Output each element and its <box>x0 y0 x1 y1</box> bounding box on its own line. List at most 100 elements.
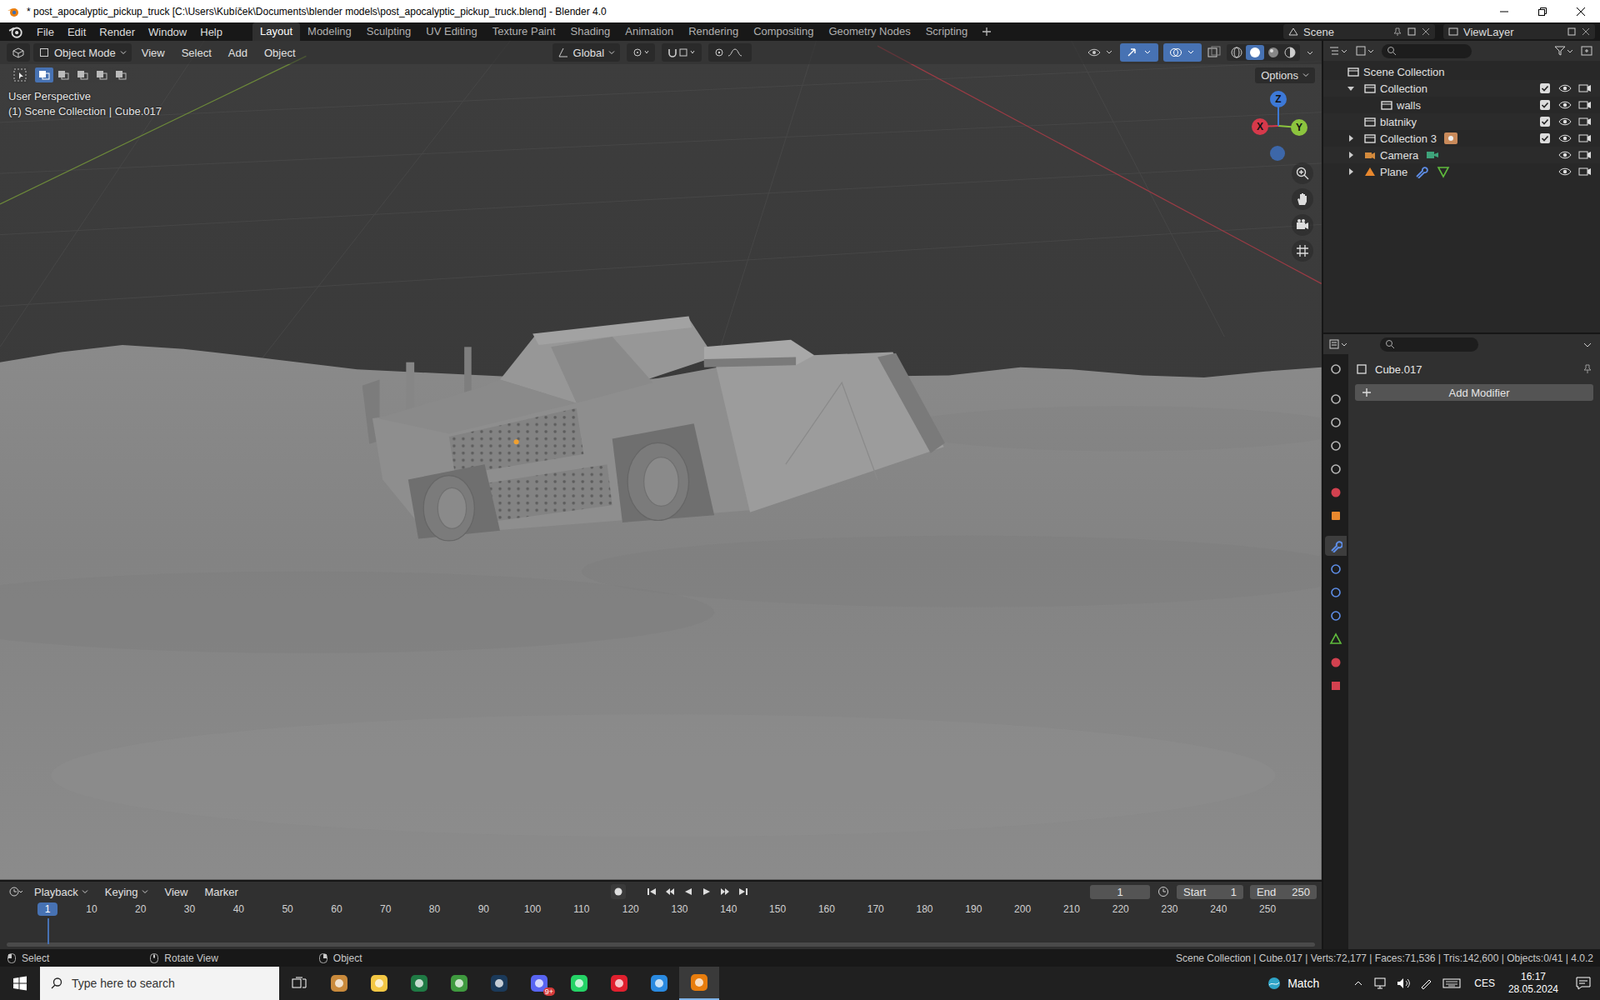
visibility-eye-icon[interactable] <box>1558 99 1572 111</box>
properties-tab[interactable] <box>1325 359 1347 380</box>
taskbar-app[interactable] <box>479 966 520 1000</box>
workspace-tab[interactable]: UV Editing <box>418 22 485 41</box>
material-shading-icon[interactable] <box>1265 45 1281 60</box>
new-view-layer-icon[interactable] <box>1566 26 1577 37</box>
select-mode-button[interactable] <box>35 67 54 83</box>
menu-item[interactable]: Window <box>141 25 194 39</box>
negative-z-axis[interactable] <box>1270 145 1285 161</box>
start-frame-field[interactable]: Start1 <box>1176 885 1244 900</box>
taskbar-app[interactable] <box>439 966 480 1000</box>
taskbar-search[interactable]: Type here to search <box>40 966 280 1000</box>
ortho-toggle-button[interactable] <box>1291 240 1314 262</box>
delete-view-layer-icon[interactable] <box>1580 26 1591 37</box>
select-mode-button[interactable] <box>54 67 73 83</box>
outliner-search[interactable] <box>1381 44 1472 59</box>
close-button[interactable] <box>1561 0 1600 23</box>
timeline-menu[interactable]: Keying <box>99 885 155 899</box>
visibility-eye-icon[interactable] <box>1558 82 1572 95</box>
timeline-editor-icon[interactable] <box>8 885 24 898</box>
taskbar-app[interactable] <box>559 966 600 1000</box>
truck-model[interactable] <box>362 316 945 541</box>
preview-range-icon[interactable] <box>1156 885 1170 899</box>
snap-button[interactable] <box>661 43 702 62</box>
start-button[interactable] <box>0 966 40 1000</box>
exclude-checkbox[interactable] <box>1539 99 1551 111</box>
expanded-arrow-icon[interactable] <box>1346 84 1355 93</box>
menu-item[interactable]: Render <box>92 25 142 39</box>
scene-canvas[interactable] <box>0 40 1322 880</box>
taskbar-app[interactable]: 9+ <box>519 966 560 1000</box>
view-layer-selector[interactable]: ViewLayer <box>1443 24 1595 40</box>
task-view-button[interactable] <box>279 966 320 1000</box>
show-hidden-icons-icon[interactable] <box>1352 977 1365 990</box>
taskbar-app[interactable] <box>319 966 360 1000</box>
exclude-checkbox[interactable] <box>1539 82 1551 95</box>
taskbar-app[interactable] <box>399 966 440 1000</box>
blender-menu-icon[interactable] <box>8 24 24 40</box>
taskbar-app[interactable] <box>359 966 400 1000</box>
new-collection-icon[interactable] <box>1580 44 1595 58</box>
properties-tab[interactable] <box>1325 482 1347 503</box>
outliner-row[interactable]: Collection <box>1323 80 1600 97</box>
outliner-editor-icon[interactable] <box>1328 44 1350 58</box>
collapsed-arrow-icon[interactable] <box>1346 167 1355 176</box>
gizmo-toggle[interactable] <box>1120 43 1159 62</box>
render-camera-icon[interactable] <box>1578 149 1592 161</box>
mesh_data-icon[interactable] <box>1435 165 1451 179</box>
frame-ruler[interactable]: 1020304050607080901001101201301401501601… <box>0 901 1322 950</box>
zoom-button[interactable] <box>1291 162 1314 185</box>
properties-tab[interactable] <box>1325 412 1347 433</box>
properties-search[interactable] <box>1380 337 1479 352</box>
visibility-eye-icon[interactable] <box>1558 149 1572 161</box>
visibility-eye-icon[interactable] <box>1558 132 1572 145</box>
select-mode-button[interactable] <box>111 67 130 83</box>
proportional-edit-button[interactable] <box>708 43 752 62</box>
orientation-dropdown[interactable]: Global <box>552 43 621 62</box>
visibility-eye-icon[interactable] <box>1558 165 1572 178</box>
current-frame-field[interactable]: 1 <box>1090 885 1150 900</box>
volume-icon[interactable] <box>1395 976 1411 990</box>
viewport-menu[interactable]: Add <box>221 46 255 60</box>
properties-tab[interactable] <box>1325 605 1347 626</box>
collapsed-arrow-icon[interactable] <box>1346 134 1355 143</box>
render-camera-icon[interactable] <box>1578 165 1592 178</box>
mode-dropdown[interactable]: Object Mode <box>33 43 132 62</box>
select-mode-button[interactable] <box>92 67 111 83</box>
jump-start-icon[interactable] <box>645 886 658 897</box>
shading-options-icon[interactable] <box>1305 45 1315 60</box>
input-language[interactable]: CES <box>1474 977 1495 990</box>
minimize-button[interactable] <box>1485 0 1524 23</box>
render-camera-icon[interactable] <box>1578 99 1592 111</box>
outliner-row[interactable]: Plane <box>1323 163 1600 180</box>
rendered-shading-icon[interactable] <box>1282 45 1298 60</box>
timeline-menu[interactable]: View <box>159 885 195 899</box>
workspace-tab[interactable]: Sculpting <box>359 22 419 41</box>
workspace-tab[interactable]: Scripting <box>918 22 976 41</box>
workspace-tab[interactable]: Geometry Nodes <box>820 22 918 41</box>
outliner-row[interactable]: walls <box>1323 96 1600 114</box>
editor-type-button[interactable] <box>6 43 30 62</box>
select-mode-button[interactable] <box>73 67 92 83</box>
taskbar-app[interactable] <box>679 966 720 1000</box>
outliner-row[interactable]: Scene Collection <box>1323 63 1600 80</box>
restore-button[interactable] <box>1523 0 1562 23</box>
render-camera-icon[interactable] <box>1578 82 1592 95</box>
properties-tab[interactable] <box>1325 629 1347 650</box>
pin-icon[interactable] <box>1392 26 1403 37</box>
add-modifier-button[interactable]: Add Modifier <box>1355 384 1594 401</box>
workspace-tab[interactable]: Shading <box>563 22 619 41</box>
outliner-row[interactable]: Camera <box>1323 146 1600 164</box>
workspace-tab[interactable]: Modeling <box>300 22 360 41</box>
wireframe-shading-icon[interactable] <box>1229 45 1245 60</box>
properties-options-icon[interactable] <box>1580 337 1595 351</box>
pivot-button[interactable] <box>626 43 655 62</box>
axis-handle[interactable]: Z <box>1270 90 1287 108</box>
render-camera-icon[interactable] <box>1578 115 1592 128</box>
exclude-checkbox[interactable] <box>1539 132 1551 145</box>
render-camera-icon[interactable] <box>1578 132 1592 145</box>
navigation-gizmo[interactable]: XYZ <box>1245 86 1313 166</box>
weather-widget[interactable]: Match <box>1265 975 1320 992</box>
scene-selector[interactable]: Scene <box>1283 24 1435 40</box>
end-frame-field[interactable]: End250 <box>1250 885 1317 900</box>
add-workspace-icon[interactable] <box>981 26 992 37</box>
